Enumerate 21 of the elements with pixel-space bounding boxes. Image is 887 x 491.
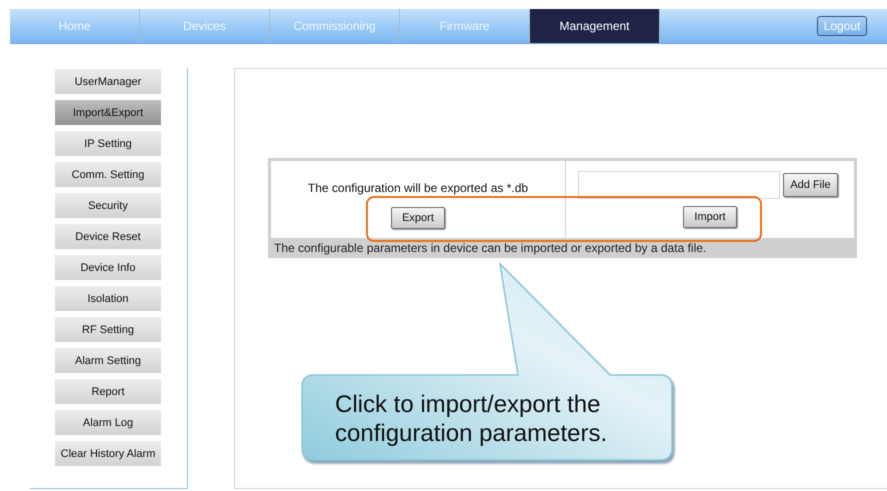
sidebar-item[interactable]: UserManager [55, 69, 161, 95]
sidebar-item[interactable]: Security [55, 193, 161, 219]
sidebar-item[interactable]: Clear History Alarm [55, 441, 161, 467]
import-button[interactable]: Import [683, 206, 737, 228]
nav-tab[interactable]: Management [530, 9, 660, 43]
footer-note: The configurable parameters in device can be imported or exported by a data file. [271, 238, 854, 258]
add-file-button[interactable]: Add File [783, 173, 838, 197]
sidebar-item[interactable]: RF Setting [55, 317, 161, 343]
sidebar-item[interactable]: Device Info [55, 255, 161, 281]
callout-text: Click to import/export the configuration parameters. [335, 390, 608, 448]
sidebar-item[interactable]: Device Reset [55, 224, 161, 250]
export-note: The configuration will be exported as *.db [308, 181, 528, 195]
sidebar-item[interactable]: Comm. Setting [55, 162, 161, 188]
sidebar-item[interactable]: Report [55, 379, 161, 405]
file-field[interactable] [578, 171, 780, 199]
sidebar-item[interactable]: Isolation [55, 286, 161, 312]
sidebar-item[interactable]: Import&Export [55, 100, 161, 126]
sidebar-item[interactable]: Alarm Setting [55, 348, 161, 374]
sidebar-item[interactable]: Alarm Log [55, 410, 161, 436]
sidebar-item[interactable]: IP Setting [55, 131, 161, 157]
export-button[interactable]: Export [391, 207, 445, 229]
